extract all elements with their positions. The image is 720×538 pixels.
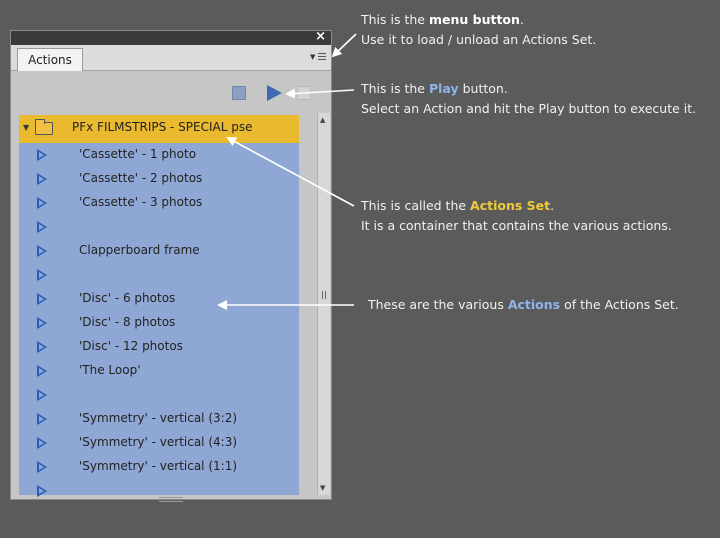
menu-arrow xyxy=(331,33,357,58)
annotation-arrows xyxy=(217,33,357,310)
set-arrow xyxy=(226,137,355,207)
play-arrow xyxy=(285,88,355,99)
